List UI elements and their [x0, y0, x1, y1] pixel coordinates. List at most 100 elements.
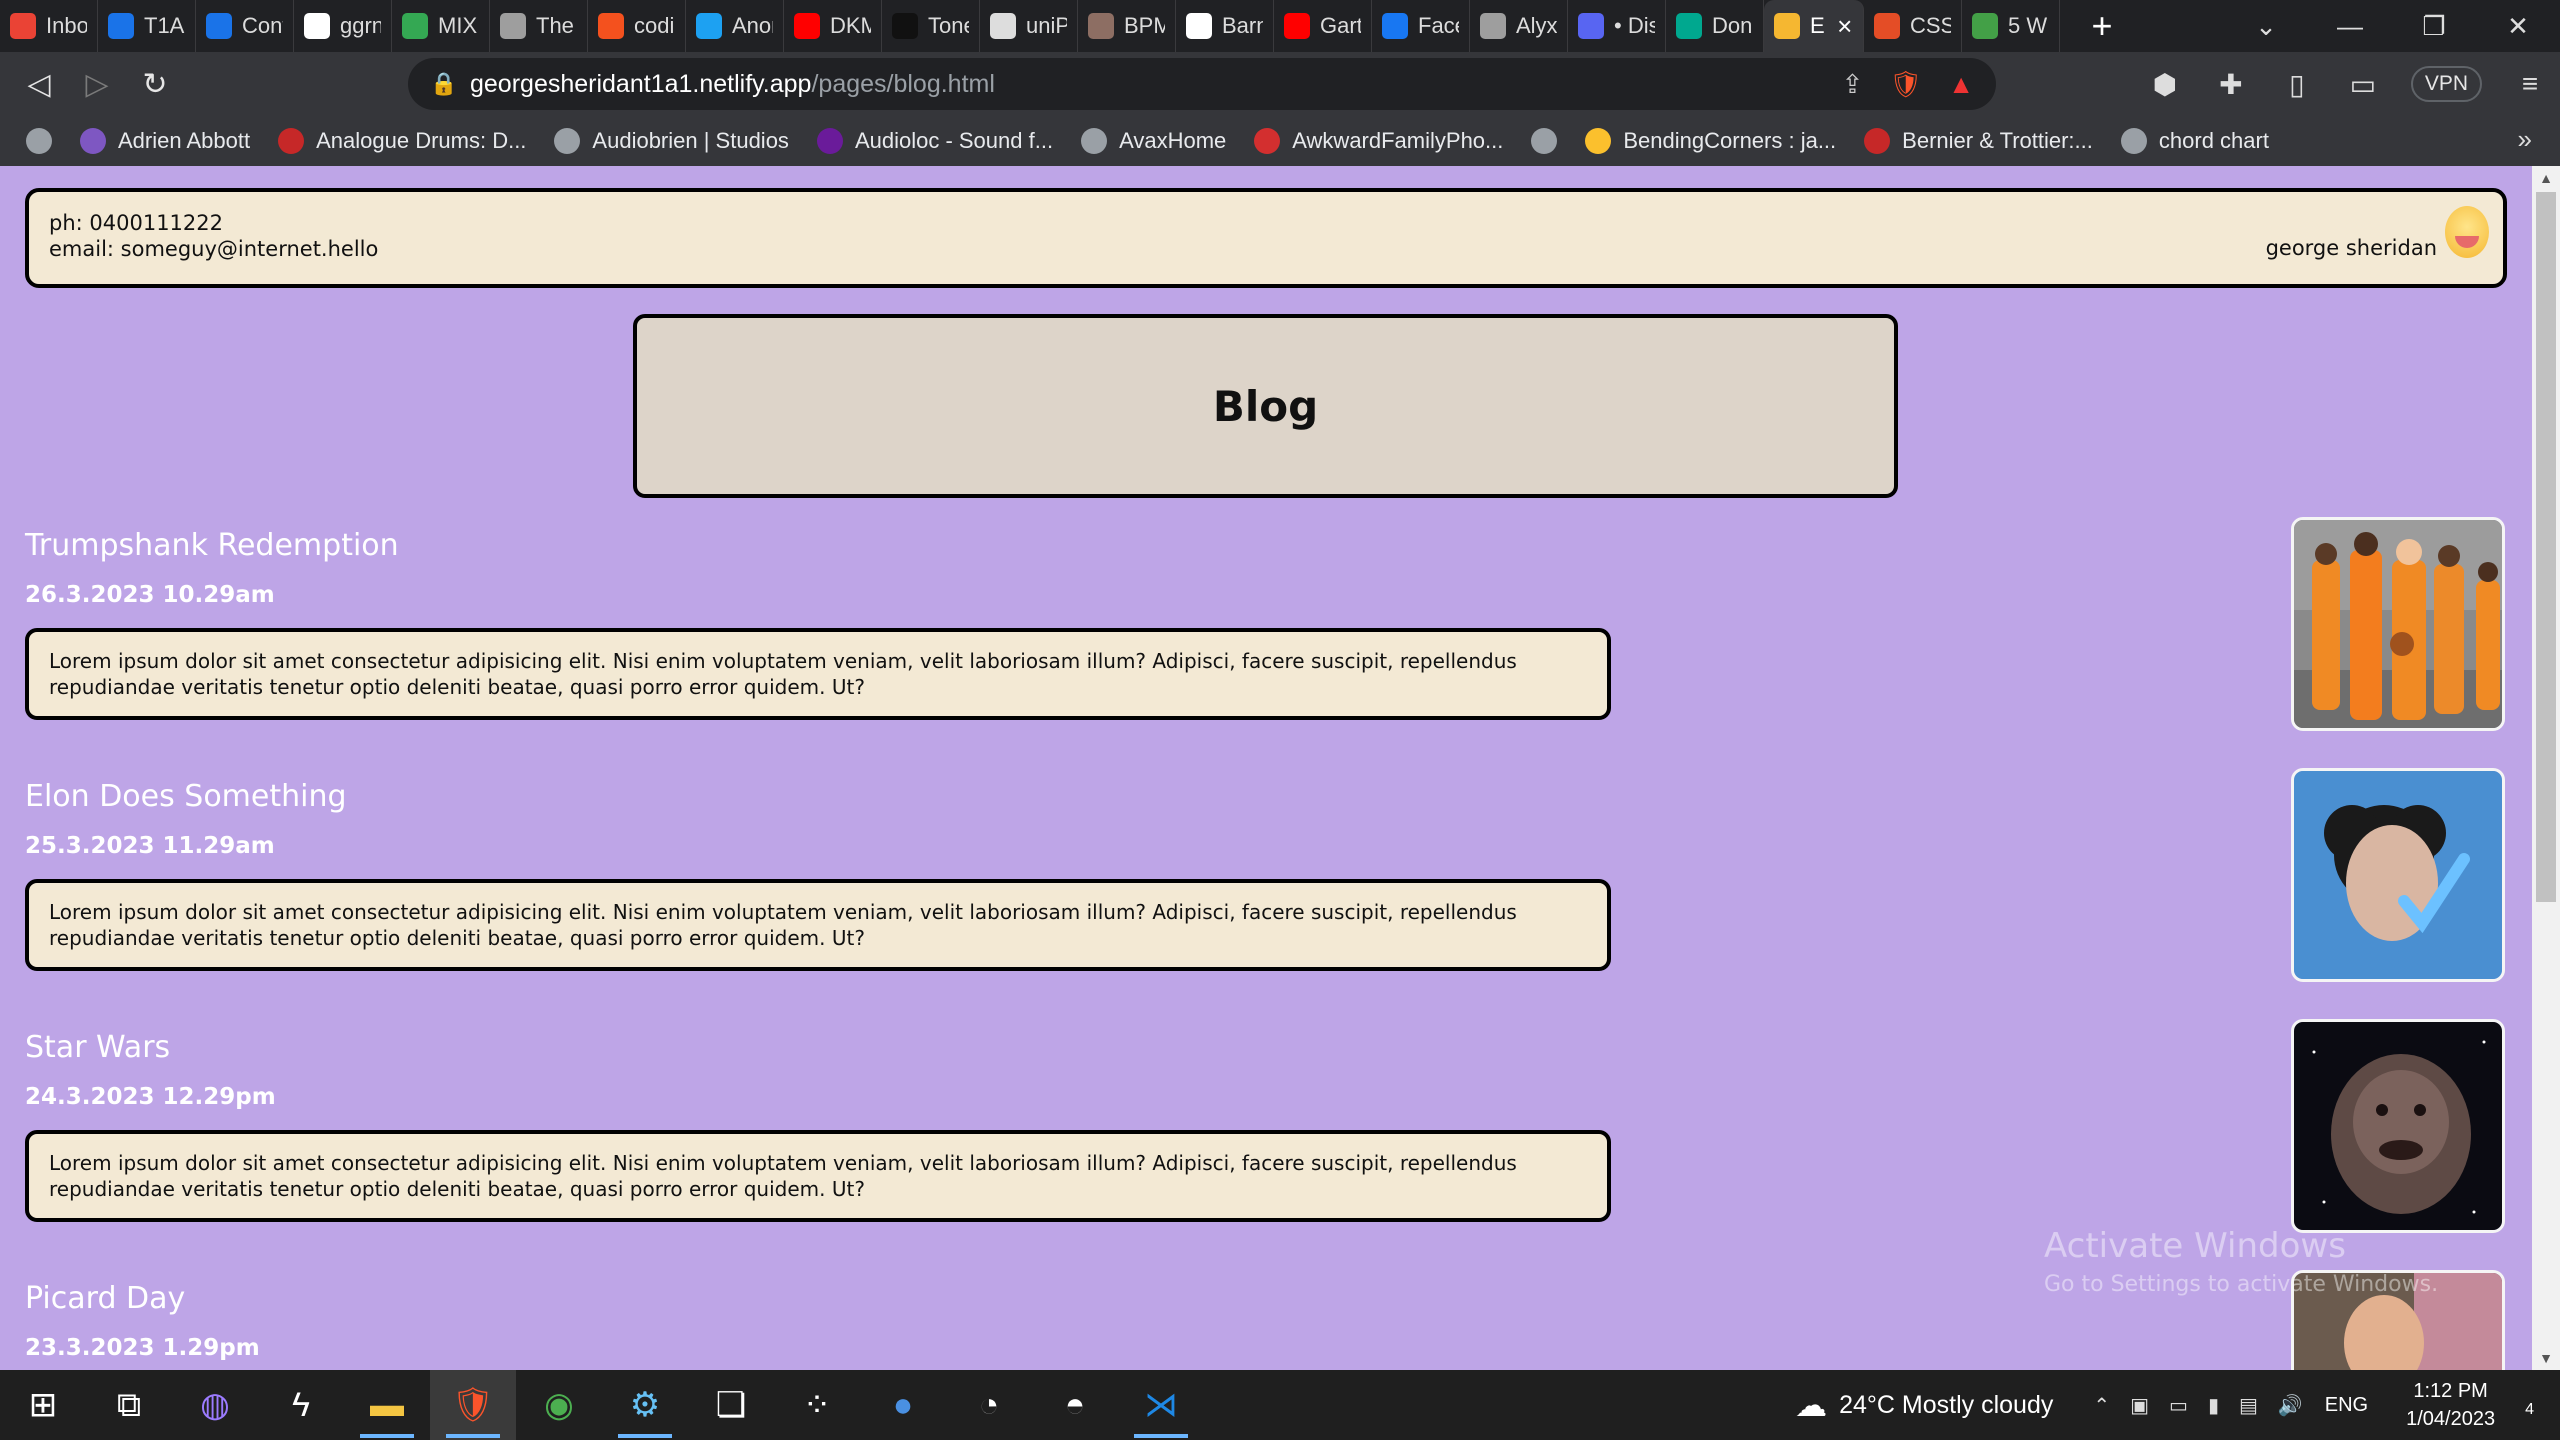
browser-tab[interactable]: ggrn — [294, 0, 392, 52]
browser-tab[interactable]: Don — [1666, 0, 1764, 52]
browser-tab[interactable]: E × — [1764, 0, 1864, 52]
browser-tab[interactable]: Alyx — [1470, 0, 1568, 52]
bookmark-label: Adrien Abbott — [118, 128, 251, 153]
back-button[interactable]: ◁ — [10, 55, 68, 113]
bookmark-item[interactable]: Audiobrien | Studios — [554, 128, 789, 154]
tab-search-icon[interactable]: ⌄ — [2224, 0, 2308, 52]
tab-favicon-icon — [794, 13, 820, 39]
watermark-line1: Activate Windows — [2044, 1226, 2346, 1266]
tab-close-icon[interactable]: × — [1837, 11, 1854, 42]
emoji-avatar-icon — [2445, 206, 2489, 258]
browser-tab[interactable]: The — [490, 0, 588, 52]
brave-shields-icon[interactable]: 🛡 — [1889, 69, 1922, 100]
bookmark-item[interactable]: Adrien Abbott — [80, 128, 250, 154]
browser-tab[interactable]: T1A2 — [98, 0, 196, 52]
tab-favicon-icon — [304, 13, 330, 39]
display-icon[interactable]: ▭ — [2169, 1393, 2188, 1418]
browser-tab[interactable]: Gart — [1274, 0, 1372, 52]
bookmark-favicon-icon — [1585, 128, 1612, 154]
brave-rewards-icon[interactable]: ▲ — [1948, 69, 1974, 100]
browser-tab[interactable]: codi — [588, 0, 686, 52]
restore-button[interactable]: ❐ — [2392, 0, 2476, 52]
brave-browser-icon[interactable]: 🛡 — [430, 1370, 516, 1440]
page-viewport: ph: 0400111222 email: someguy@internet.h… — [0, 166, 2560, 1370]
post-title: Star Wars — [25, 1030, 171, 1065]
bookmark-item[interactable]: Bernier & Trottier:... — [1864, 128, 2093, 154]
scroll-up-icon[interactable]: ▲ — [2532, 170, 2560, 186]
weather-widget[interactable]: ☁ 24°C Mostly cloudy — [1795, 1386, 2053, 1424]
clock-date: 1/04/2023 — [2406, 1408, 2496, 1430]
browser-tab[interactable]: Tone — [882, 0, 980, 52]
minimize-button[interactable]: — — [2308, 0, 2392, 52]
notifications-icon[interactable]: 4 — [2525, 1389, 2534, 1421]
clock[interactable]: 1:12 PM 1/04/2023 — [2406, 1377, 2495, 1433]
app-icon-penguin[interactable]: ◓ — [1032, 1370, 1118, 1440]
reload-button[interactable]: ↻ — [126, 55, 184, 113]
browser-tab[interactable]: DKM — [784, 0, 882, 52]
post-date: 24.3.2023 12.29pm — [25, 1084, 276, 1110]
tab-favicon-icon — [1874, 13, 1900, 39]
browser-tab[interactable]: Inbo — [0, 0, 98, 52]
bookmark-item[interactable] — [26, 128, 52, 154]
volume-icon[interactable]: 🔊 — [2278, 1393, 2303, 1418]
address-bar[interactable]: 🔒 georgesheridant1a1.netlify.app/pages/b… — [408, 58, 1996, 110]
task-view-icon[interactable]: ⧉ — [86, 1370, 172, 1440]
browser-tab[interactable]: Anor — [686, 0, 784, 52]
network-icon[interactable]: ▤ — [2239, 1393, 2258, 1418]
chrome-icon[interactable]: ◉ — [516, 1370, 602, 1440]
vpn-button[interactable]: VPN — [2410, 66, 2482, 102]
browser-tab[interactable]: Face — [1372, 0, 1470, 52]
app-icon-gauge[interactable]: ◔ — [946, 1370, 1032, 1440]
browser-tab[interactable]: uniP — [980, 0, 1078, 52]
share-icon[interactable]: ⇪ — [1841, 69, 1863, 100]
bookmark-item[interactable]: Analogue Drums: D... — [278, 128, 526, 154]
app-icon-sw[interactable]: ● — [860, 1370, 946, 1440]
browser-tab[interactable]: MIXI — [392, 0, 490, 52]
steam-icon[interactable]: ⚙ — [602, 1370, 688, 1440]
scrollbar-thumb[interactable] — [2536, 192, 2556, 902]
scroll-down-icon[interactable]: ▼ — [2532, 1350, 2560, 1366]
window-controls: ⌄ — ❐ ✕ — [2224, 0, 2560, 52]
app-icon-dots[interactable]: ⁘ — [774, 1370, 860, 1440]
bookmark-item[interactable]: AwkwardFamilyPho... — [1254, 128, 1503, 154]
browser-tab[interactable]: Barn — [1176, 0, 1274, 52]
start-button[interactable]: ⊞ — [0, 1370, 86, 1440]
tab-title: Gart — [1320, 13, 1361, 38]
new-tab-button[interactable]: + — [2080, 0, 2124, 52]
extension-icon[interactable]: ⬢ — [2147, 68, 2183, 101]
bookmark-item[interactable]: AvaxHome — [1081, 128, 1226, 154]
tab-favicon-icon — [1284, 13, 1310, 39]
camera-icon[interactable]: ▣ — [2130, 1393, 2149, 1418]
browser-tab[interactable]: Conf — [196, 0, 294, 52]
sidebar-icon[interactable]: ▯ — [2279, 68, 2315, 101]
app-icon-purple[interactable]: ◍ — [172, 1370, 258, 1440]
page-scrollbar[interactable]: ▲ ▼ — [2532, 166, 2560, 1370]
close-window-button[interactable]: ✕ — [2476, 0, 2560, 52]
language-indicator[interactable]: ENG — [2325, 1394, 2368, 1417]
bookmark-item[interactable]: chord chart — [2120, 128, 2269, 154]
browser-tab[interactable]: BPM — [1078, 0, 1176, 52]
chevron-up-icon[interactable]: ⌃ — [2093, 1393, 2110, 1418]
wallet-icon[interactable]: ▭ — [2345, 68, 2381, 101]
browser-tab[interactable]: CSS — [1864, 0, 1962, 52]
windows-activation-watermark: Activate Windows Go to Settings to activ… — [2044, 1226, 2438, 1297]
file-explorer-icon[interactable]: ▬ — [344, 1370, 430, 1440]
browser-tab[interactable]: 5 W — [1962, 0, 2060, 52]
tab-title: codi — [634, 13, 675, 38]
app-icon-bolt[interactable]: ϟ — [258, 1370, 344, 1440]
vscode-icon[interactable]: ⋊ — [1118, 1370, 1204, 1440]
app-icon-files[interactable]: ❏ — [688, 1370, 774, 1440]
menu-icon[interactable]: ≡ — [2512, 68, 2548, 100]
browser-tab[interactable]: • Dis — [1568, 0, 1666, 52]
bookmarks-overflow-icon[interactable]: » — [2518, 124, 2532, 155]
post-date: 23.3.2023 1.29pm — [25, 1335, 260, 1361]
bookmark-item[interactable]: BendingCorners : ja... — [1585, 128, 1836, 154]
tab-favicon-icon — [1676, 13, 1702, 39]
tab-favicon-icon — [1972, 13, 1998, 39]
puzzle-icon[interactable]: ✚ — [2213, 68, 2249, 101]
bookmark-item[interactable]: Audioloc - Sound f... — [816, 128, 1053, 154]
bookmark-item[interactable] — [1531, 128, 1558, 154]
battery-icon[interactable]: ▮ — [2208, 1393, 2219, 1418]
forward-button[interactable]: ▷ — [68, 55, 126, 113]
tab-title: DKM — [830, 13, 871, 38]
